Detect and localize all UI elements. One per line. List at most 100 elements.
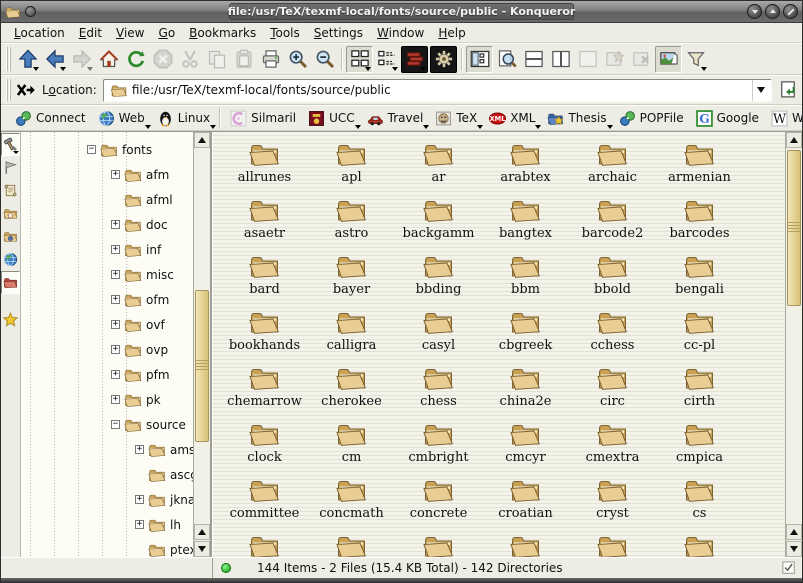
toolbar-up-button[interactable] (14, 46, 41, 73)
location-dropdown-button[interactable] (752, 80, 769, 101)
folder-item-clock[interactable]: clock (221, 416, 308, 472)
tree-expander[interactable]: − (111, 420, 120, 429)
toolbar-split-h-button[interactable] (520, 46, 547, 73)
toolbar-back-button[interactable] (41, 46, 68, 73)
folder-item-asaetr[interactable]: asaetr (221, 192, 308, 248)
toolbar-grip[interactable] (6, 79, 11, 101)
scroll-up-button[interactable] (194, 132, 210, 148)
bookmark-connect[interactable]: Connect (9, 108, 92, 129)
folder-item-casyl[interactable]: casyl (395, 304, 482, 360)
folder-item-archaic[interactable]: archaic (569, 136, 656, 192)
tree-expander[interactable]: + (111, 320, 120, 329)
sidebar-button-configure[interactable] (1, 133, 20, 156)
folder-item-cmpica[interactable]: cmpica (656, 416, 743, 472)
scroll-down-button[interactable] (786, 541, 802, 557)
tree-expander[interactable]: + (111, 370, 120, 379)
folder-item-croatian[interactable]: croatian (482, 472, 569, 528)
folder-item-bbm[interactable]: bbm (482, 248, 569, 304)
scroll-up-button[interactable] (786, 132, 802, 148)
tree-item-ams[interactable]: +ams (21, 437, 193, 462)
tree-expander[interactable]: + (111, 345, 120, 354)
bookmark-ucc[interactable]: UCC (302, 108, 361, 129)
folder-item-china2e[interactable]: china2e (482, 360, 569, 416)
sidebar-button-history[interactable] (1, 179, 20, 202)
go-button[interactable] (776, 78, 800, 102)
bookmark-web[interactable]: Web (92, 108, 151, 129)
folder-item-calligra[interactable]: calligra (308, 304, 395, 360)
folder-item-cbgreek[interactable]: cbgreek (482, 304, 569, 360)
folder-item-backgamm[interactable]: backgamm (395, 192, 482, 248)
tree-item-fonts[interactable]: −fonts (21, 137, 193, 162)
tree-item-lh[interactable]: +lh (21, 512, 193, 537)
scroll-up-button[interactable] (786, 524, 802, 540)
sidebar-button-home-directory[interactable] (1, 202, 20, 225)
toolbar-zoom-out-button[interactable] (311, 46, 338, 73)
tree-expander[interactable]: − (87, 145, 96, 154)
bookmark-thesis[interactable]: Thesis (541, 108, 612, 129)
view-scrollbar[interactable] (785, 132, 802, 557)
folder-item-cryst[interactable]: cryst (569, 472, 656, 528)
folder-item-astro[interactable]: astro (308, 192, 395, 248)
folder-item-cchess[interactable]: cchess (569, 304, 656, 360)
sidebar-button-bookmarks[interactable] (1, 308, 20, 331)
menu-item-tools[interactable]: Tools (263, 24, 307, 42)
folder-item-cmextra[interactable]: cmextra (569, 416, 656, 472)
tree-expander[interactable]: + (111, 220, 120, 229)
toolbar-grip[interactable] (6, 47, 11, 71)
maximize-button[interactable] (765, 4, 780, 19)
folder-item-chess[interactable]: chess (395, 360, 482, 416)
folder-item-chemarrow[interactable]: chemarrow (221, 360, 308, 416)
folder-item-committee[interactable]: committee (221, 472, 308, 528)
menu-item-settings[interactable]: Settings (307, 24, 370, 42)
scrollbar-thumb[interactable] (195, 290, 209, 442)
folder-item-bbding[interactable]: bbding (395, 248, 482, 304)
folder-item-barcode2[interactable]: barcode2 (569, 192, 656, 248)
folder-item-concrete[interactable]: concrete (395, 472, 482, 528)
tree-item-pfm[interactable]: +pfm (21, 362, 193, 387)
bookmark-linux[interactable]: Linux (151, 108, 216, 129)
menu-item-help[interactable]: Help (431, 24, 472, 42)
minimize-button[interactable] (747, 4, 762, 19)
bookmark-xml[interactable]: XMLXML (483, 108, 541, 129)
folder-item-bengali[interactable]: bengali (656, 248, 743, 304)
tree-expander[interactable]: + (111, 295, 120, 304)
folder-item-cherokee[interactable]: cherokee (308, 360, 395, 416)
menu-item-window[interactable]: Window (370, 24, 431, 42)
tree-item-ovp[interactable]: +ovp (21, 337, 193, 362)
bookmark-silmaril[interactable]: Silmaril (224, 108, 302, 129)
tree-item-inf[interactable]: +inf (21, 237, 193, 262)
folder-item-ar[interactable]: ar (395, 136, 482, 192)
folder-item-partial[interactable] (482, 528, 569, 557)
window-menu-button[interactable] (25, 6, 36, 17)
folder-item-concmath[interactable]: concmath (308, 472, 395, 528)
toolbar-gear-button[interactable] (430, 46, 457, 73)
folder-item-allrunes[interactable]: allrunes (221, 136, 308, 192)
toolbar-zoom-in-button[interactable] (284, 46, 311, 73)
tree-item-jknappen[interactable]: +jknappen (21, 487, 193, 512)
folder-item-apl[interactable]: apl (308, 136, 395, 192)
folder-item-cmbright[interactable]: cmbright (395, 416, 482, 472)
sidebar-button-network[interactable] (1, 248, 20, 271)
sidebar-button-bookmark-flag[interactable] (1, 156, 20, 179)
sidebar-button-root-directory[interactable] (1, 271, 20, 294)
menu-item-bookmarks[interactable]: Bookmarks (182, 24, 263, 42)
folder-item-arabtex[interactable]: arabtex (482, 136, 569, 192)
tree-expander[interactable]: + (135, 445, 144, 454)
location-input[interactable]: file:/usr/TeX/texmf-local/fonts/source/p… (103, 79, 772, 102)
folder-item-partial[interactable] (221, 528, 308, 557)
toolbar-home-button[interactable] (95, 46, 122, 73)
folder-item-barcodes[interactable]: barcodes (656, 192, 743, 248)
menu-item-location[interactable]: Location (7, 24, 72, 42)
close-button[interactable] (783, 4, 798, 19)
tree-expander[interactable]: + (111, 170, 120, 179)
tree-scrollbar[interactable] (193, 132, 210, 557)
clear-location-button[interactable] (14, 78, 38, 102)
bookmark-google[interactable]: GGoogle (690, 108, 765, 129)
menu-item-edit[interactable]: Edit (72, 24, 109, 42)
tree-item-ofm[interactable]: +ofm (21, 287, 193, 312)
folder-item-cm[interactable]: cm (308, 416, 395, 472)
folder-item-bard[interactable]: bard (221, 248, 308, 304)
link-view-checkbox-icon[interactable] (782, 561, 796, 575)
scrollbar-thumb[interactable] (787, 150, 801, 306)
folder-item-cs[interactable]: cs (656, 472, 743, 528)
